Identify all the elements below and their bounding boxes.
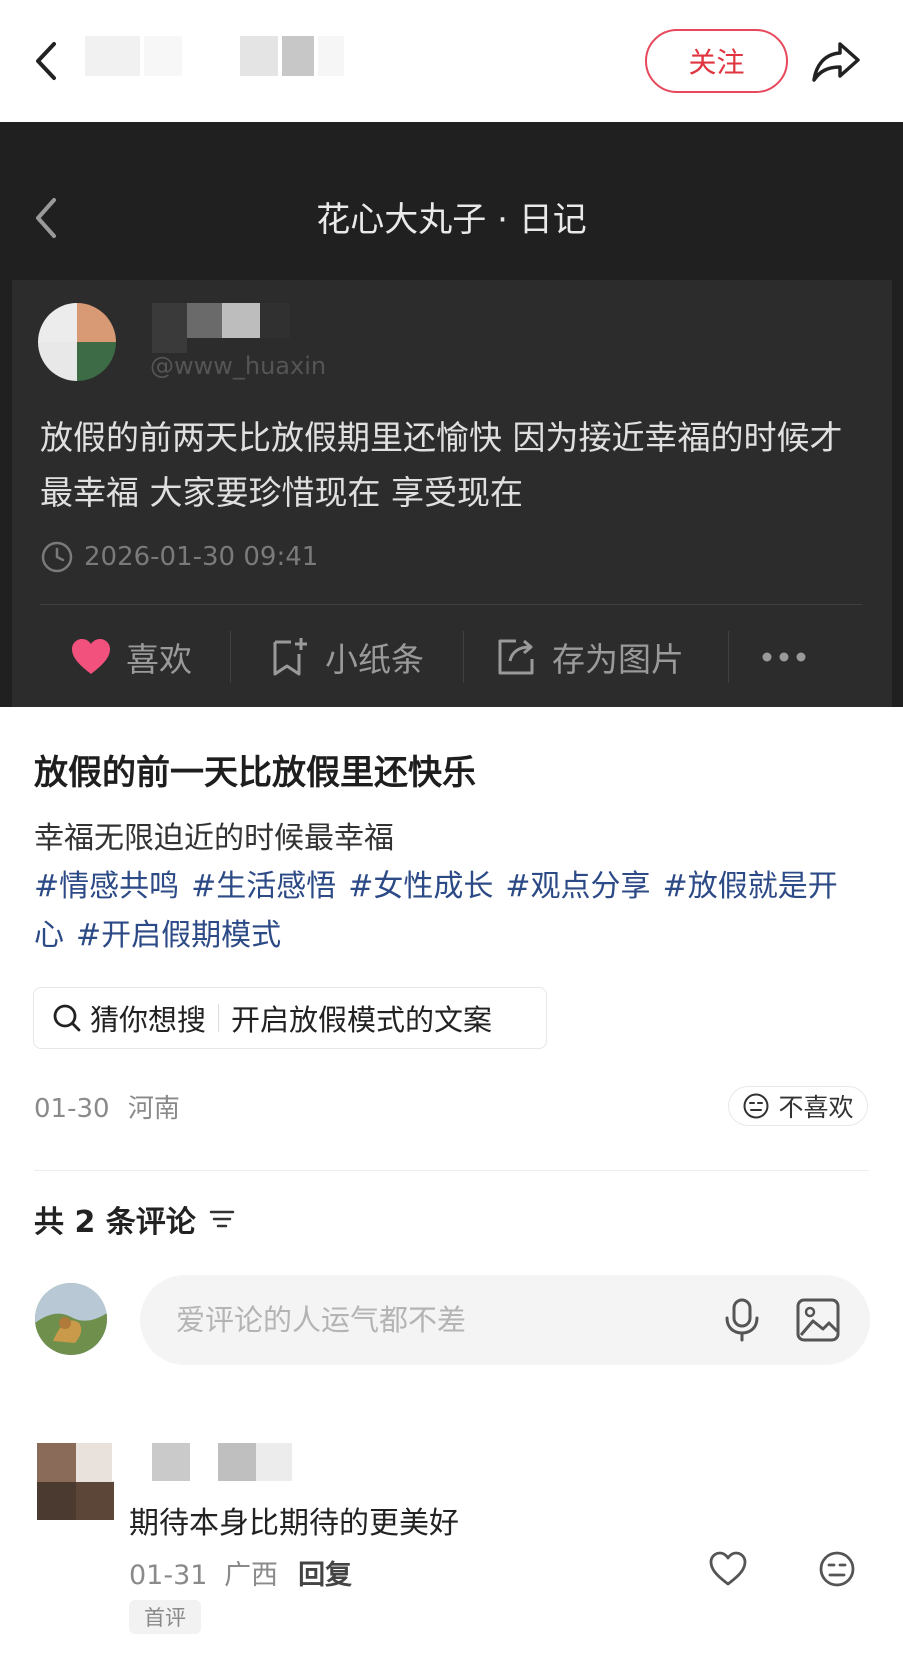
suggestion-separator xyxy=(218,1004,220,1032)
dislike-label: 不喜欢 xyxy=(778,1093,854,1122)
comment-count: 共 2 条评论 xyxy=(34,1197,236,1241)
diary-body-text: 放假的前两天比放假期里还愉快 因为接近幸福的时候才最幸福 大家要珍惜现在 享受现… xyxy=(40,418,843,512)
post-tags: #情感共鸣 #生活感悟 #女性成长 #观点分享 #放假就是开心 #开启假期模式 xyxy=(34,862,854,960)
save-image-action: 存为图片 xyxy=(464,633,728,681)
diary-avatar-blurred xyxy=(38,303,116,381)
diary-action-bar: 喜欢 小纸条 存为图片 xyxy=(40,622,862,692)
diary-username-blurred xyxy=(152,303,290,353)
heart-icon xyxy=(72,639,110,674)
post-meta: 01-30 河南 xyxy=(34,1088,180,1125)
timestamp-text: 2026-01-30 09:41 xyxy=(84,542,319,572)
follow-button[interactable]: 关注 xyxy=(645,29,788,93)
back-arrow-icon[interactable] xyxy=(28,36,68,86)
hashtag-link[interactable]: #女性成长 xyxy=(348,869,493,904)
search-suggestion[interactable]: 猜你想搜 开启放假模式的文案 xyxy=(33,987,547,1049)
hashtag-link[interactable]: #生活感悟 xyxy=(191,869,336,904)
image-picker-icon[interactable] xyxy=(795,1297,841,1343)
commenter-name-blurred xyxy=(112,1443,292,1481)
commenter-avatar-blurred xyxy=(37,1443,114,1520)
avatar-image xyxy=(35,1283,107,1355)
post-description: 幸福无限迫近的时候最幸福 xyxy=(34,821,394,856)
like-action: 喜欢 xyxy=(40,633,230,681)
first-comment-badge: 首评 xyxy=(129,1600,201,1634)
search-icon xyxy=(53,1004,81,1032)
export-image-icon xyxy=(498,639,534,675)
post-date: 01-30 xyxy=(34,1094,110,1124)
post-title: 放假的前一天比放假里还快乐 xyxy=(34,753,476,793)
diary-divider xyxy=(40,604,862,605)
share-icon[interactable] xyxy=(808,36,864,86)
author-name-blurred[interactable] xyxy=(85,36,344,76)
search-suggestion-query: 开启放假模式的文案 xyxy=(231,1003,493,1037)
post-location: 河南 xyxy=(127,1094,180,1124)
hashtag-link[interactable]: #情感共鸣 xyxy=(34,869,179,904)
microphone-icon[interactable] xyxy=(722,1298,762,1342)
reply-button[interactable]: 回复 xyxy=(298,1553,352,1592)
sort-icon[interactable] xyxy=(208,1207,236,1231)
search-suggestion-label: 猜你想搜 xyxy=(90,1003,207,1037)
diary-timestamp: 2026-01-30 09:41 xyxy=(40,540,318,574)
clock-icon xyxy=(41,541,73,573)
section-divider xyxy=(34,1170,869,1171)
hashtag-link[interactable]: #观点分享 xyxy=(505,869,650,904)
bookmark-plus-icon xyxy=(273,638,307,676)
comment-location: 广西 xyxy=(224,1560,279,1591)
more-action xyxy=(729,651,807,663)
neutral-face-icon xyxy=(743,1093,769,1119)
comment-like-icon[interactable] xyxy=(708,1550,748,1588)
top-nav: 关注 xyxy=(0,0,903,122)
my-avatar xyxy=(35,1283,107,1355)
more-dots-icon xyxy=(762,652,806,662)
hashtag-link[interactable]: #开启假期模式 xyxy=(76,918,281,953)
dislike-button[interactable]: 不喜欢 xyxy=(728,1086,868,1126)
diary-title: 花心大丸子 · 日记 xyxy=(316,200,587,240)
comment-dislike-face-icon[interactable] xyxy=(818,1550,856,1588)
diary-handle: @www_huaxin xyxy=(150,352,327,380)
note-action: 小纸条 xyxy=(231,633,463,681)
comment-date-location: 01-31 广西 xyxy=(129,1553,278,1592)
comment-text: 期待本身比期待的更美好 xyxy=(129,1506,459,1541)
comment-meta: 01-31 广西 回复 xyxy=(129,1553,352,1592)
comment-count-label: 共 2 条评论 xyxy=(34,1205,196,1240)
comment-date: 01-31 xyxy=(129,1560,208,1591)
